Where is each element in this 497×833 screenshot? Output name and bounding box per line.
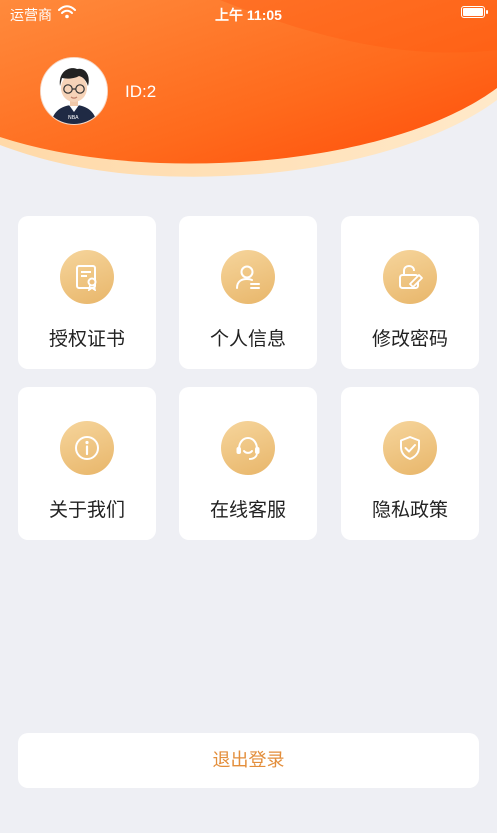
menu-item-label: 授权证书 bbox=[48, 329, 125, 350]
menu-item-change-password[interactable]: 修改密码 bbox=[341, 216, 479, 369]
info-icon bbox=[75, 436, 99, 460]
menu-item-label: 修改密码 bbox=[371, 329, 448, 350]
lock-edit-icon bbox=[399, 264, 423, 289]
status-time: 上午 11:05 bbox=[215, 7, 282, 23]
user-icon bbox=[236, 265, 260, 289]
certificate-icon bbox=[76, 265, 97, 291]
user-id: ID:2 bbox=[125, 82, 157, 101]
menu-item-privacy-policy[interactable]: 隐私政策 bbox=[341, 387, 479, 540]
menu-item-about-us[interactable]: 关于我们 bbox=[18, 387, 156, 540]
logout-button[interactable]: 退出登录 bbox=[18, 733, 479, 788]
menu-item-label: 在线客服 bbox=[209, 500, 286, 521]
avatar[interactable]: NBA bbox=[40, 57, 108, 125]
svg-text:NBA: NBA bbox=[68, 115, 79, 121]
menu-item-personal-info[interactable]: 个人信息 bbox=[179, 216, 317, 369]
header-banner: 运营商 上午 11:05 NBA ID:2 bbox=[0, 0, 497, 190]
menu-item-label: 关于我们 bbox=[48, 500, 125, 521]
battery-icon bbox=[461, 6, 488, 18]
menu-item-label: 隐私政策 bbox=[371, 500, 448, 521]
menu-item-label: 个人信息 bbox=[209, 329, 286, 350]
headset-icon bbox=[236, 436, 260, 460]
shield-check-icon bbox=[400, 436, 420, 460]
status-bar: 运营商 上午 11:05 bbox=[0, 0, 497, 26]
menu-item-customer-service[interactable]: 在线客服 bbox=[179, 387, 317, 540]
menu-item-certificate[interactable]: 授权证书 bbox=[18, 216, 156, 369]
